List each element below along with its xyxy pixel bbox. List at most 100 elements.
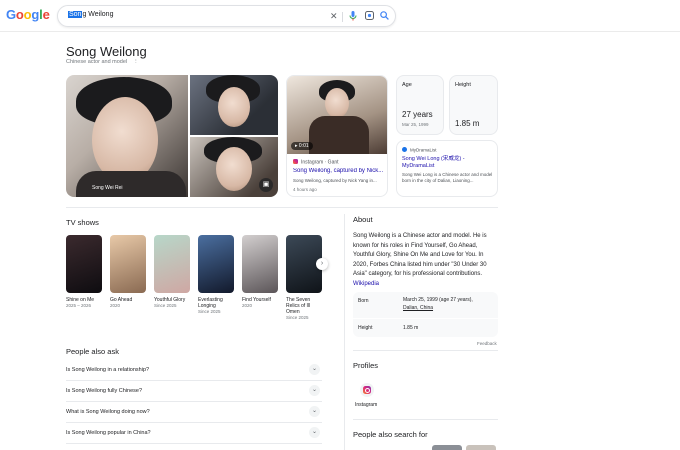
tv-show-card[interactable]: Youthful Glory Since 2025 bbox=[154, 235, 190, 309]
mydramalist-card[interactable]: MyDramaList Song Wei Long (宋威龙) - MyDram… bbox=[396, 140, 498, 197]
instagram-icon bbox=[293, 159, 298, 164]
face-shape bbox=[325, 88, 349, 118]
mdl-description: Song Wei Long is a Chinese actor and mod… bbox=[402, 172, 493, 183]
show-year: Since 2025 bbox=[286, 315, 309, 320]
video-duration: ▸ 0:01 bbox=[291, 142, 313, 150]
about-text: Song Weilong is a Chinese actor and mode… bbox=[353, 233, 487, 278]
height-label: Height bbox=[455, 82, 471, 88]
paa-question-text: Is Song Weilong popular in China? bbox=[66, 430, 151, 436]
face-shape bbox=[218, 87, 250, 127]
instagram-profile-button[interactable] bbox=[360, 383, 374, 397]
instagram-label[interactable]: Instagram bbox=[355, 402, 377, 408]
gallery-icon[interactable]: ▣ bbox=[259, 178, 273, 192]
paa-question[interactable]: Is Song Weilong in a relationship? ⌄ bbox=[66, 360, 322, 381]
paa-question[interactable]: What is Song Weilong doing now? ⌄ bbox=[66, 402, 322, 423]
section-divider bbox=[353, 350, 498, 351]
mdl-source: MyDramaList bbox=[402, 147, 437, 153]
paa-question[interactable]: Is Song Weilong fully Chinese? ⌄ bbox=[66, 381, 322, 402]
age-date: Mar 25, 1999 bbox=[402, 122, 429, 127]
tv-show-card[interactable]: Go Ahead 2020 bbox=[110, 235, 146, 309]
show-poster[interactable] bbox=[66, 235, 102, 293]
age-value: 27 years bbox=[402, 110, 433, 119]
instagram-icon bbox=[363, 386, 371, 394]
show-year: Since 2025 bbox=[154, 303, 177, 308]
height-value: 1.85 m bbox=[455, 119, 480, 128]
mdl-title[interactable]: Song Wei Long (宋威龙) - MyDramaList bbox=[402, 156, 494, 170]
search-selected-text: Son bbox=[68, 11, 83, 18]
born-date: March 25, 1999 (age 27 years), bbox=[403, 297, 473, 303]
height-card[interactable]: Height 1.85 m bbox=[449, 75, 498, 135]
show-name: The Seven Relics of Ill Omen bbox=[286, 297, 311, 315]
video-source: Instagram · Gant bbox=[293, 159, 339, 166]
search-divider bbox=[342, 12, 343, 22]
show-poster[interactable] bbox=[242, 235, 278, 293]
paa-title: People also ask bbox=[66, 347, 119, 356]
top-bar: Google Song Weilong ✕ bbox=[0, 0, 680, 32]
search-icon[interactable] bbox=[380, 11, 389, 22]
body-shape bbox=[309, 116, 369, 154]
search-input[interactable]: Song Weilong bbox=[68, 11, 113, 18]
chevron-down-icon[interactable]: ⌄ bbox=[309, 364, 320, 375]
mdl-source-text: MyDramaList bbox=[410, 147, 437, 153]
facts-table: Born March 25, 1999 (age 27 years), Dalia… bbox=[353, 292, 498, 337]
mic-icon[interactable] bbox=[349, 11, 357, 23]
chevron-down-icon[interactable]: ⌄ bbox=[309, 427, 320, 438]
photo-caption: Song Wei Rei bbox=[92, 185, 123, 191]
video-source-text: Instagram · Gant bbox=[301, 159, 339, 166]
search-box[interactable]: Song Weilong ✕ bbox=[57, 5, 396, 27]
video-title[interactable]: Song Weilong, captured by Nick... bbox=[293, 168, 385, 174]
tv-show-card[interactable]: Shine on Me 2025 – 2026 bbox=[66, 235, 102, 309]
show-year: 2020 bbox=[242, 303, 253, 308]
secondary-photo-top[interactable] bbox=[190, 75, 278, 135]
show-year: Since 2025 bbox=[198, 309, 221, 314]
show-year: 2020 bbox=[110, 303, 121, 308]
show-poster[interactable] bbox=[110, 235, 146, 293]
paa-question-text: What is Song Weilong doing now? bbox=[66, 409, 150, 415]
tv-show-card[interactable]: Everlasting Longing Since 2025 bbox=[198, 235, 234, 315]
chevron-right-icon[interactable]: › bbox=[316, 258, 328, 270]
wikipedia-link[interactable]: Wikipedia bbox=[353, 281, 379, 287]
pas-thumbnail[interactable] bbox=[466, 445, 496, 450]
show-poster[interactable] bbox=[198, 235, 234, 293]
face-shape bbox=[216, 147, 252, 191]
entity-subtitle-text: Chinese actor and model bbox=[66, 59, 128, 65]
more-options-icon[interactable]: ⋮ bbox=[133, 59, 139, 65]
tv-show-card[interactable]: Find Yourself 2020 bbox=[242, 235, 278, 309]
video-thumbnail[interactable]: ▸ 0:01 bbox=[287, 76, 387, 154]
about-title: About bbox=[353, 215, 373, 224]
tv-shows-title: TV shows bbox=[66, 218, 99, 227]
google-logo[interactable]: Google bbox=[6, 7, 50, 22]
entity-title: Song Weilong bbox=[66, 44, 147, 59]
mdl-icon bbox=[402, 147, 407, 152]
entity-subtitle: Chinese actor and model ⋮ bbox=[66, 59, 139, 65]
profiles-title: Profiles bbox=[353, 361, 379, 370]
video-card[interactable]: ▸ 0:01 Instagram · Gant Song Weilong, ca… bbox=[286, 75, 388, 197]
show-year: 2025 – 2026 bbox=[66, 303, 92, 308]
paa-question-text: Is Song Weilong in a relationship? bbox=[66, 367, 150, 373]
pas-thumbnail[interactable] bbox=[432, 445, 462, 450]
main-photo[interactable]: Song Wei Rei bbox=[66, 75, 188, 197]
feedback-link[interactable]: Feedback bbox=[477, 341, 497, 346]
paa-question-text: Is Song Weilong fully Chinese? bbox=[66, 388, 143, 394]
born-value: March 25, 1999 (age 27 years), Dalian, Ch… bbox=[403, 296, 473, 312]
search-rest-text: g Weilong bbox=[82, 11, 114, 18]
born-place-link[interactable]: Dalian, China bbox=[403, 305, 433, 311]
about-description: Song Weilong is a Chinese actor and mode… bbox=[353, 232, 498, 290]
lens-icon[interactable] bbox=[365, 11, 374, 22]
age-card[interactable]: Age 27 years Mar 25, 1999 bbox=[396, 75, 444, 135]
clear-icon[interactable]: ✕ bbox=[330, 11, 338, 21]
section-divider bbox=[66, 207, 498, 208]
secondary-photo-bottom[interactable]: ▣ bbox=[190, 137, 278, 197]
pas-title: People also search for bbox=[353, 430, 428, 439]
chevron-down-icon[interactable]: ⌄ bbox=[309, 406, 320, 417]
age-label: Age bbox=[402, 82, 412, 88]
shoulder-shape bbox=[76, 171, 186, 197]
column-divider bbox=[344, 214, 345, 450]
tv-show-card[interactable]: The Seven Relics of Ill Omen Since 2025 bbox=[286, 235, 322, 321]
video-description: Song Weilong, captured by Nick Yang in..… bbox=[293, 178, 377, 183]
height-fact-value: 1.85 m bbox=[403, 325, 419, 331]
paa-question[interactable]: Is Song Weilong popular in China? ⌄ bbox=[66, 423, 322, 444]
chevron-down-icon[interactable]: ⌄ bbox=[309, 385, 320, 396]
section-divider bbox=[353, 419, 498, 420]
show-poster[interactable] bbox=[154, 235, 190, 293]
